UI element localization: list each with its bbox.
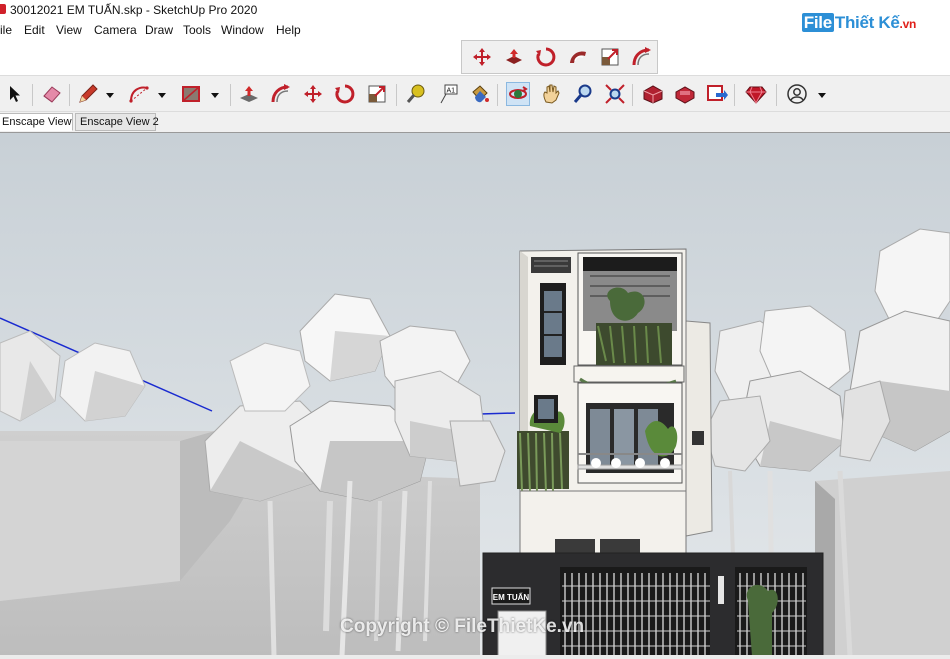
eraser-icon[interactable] (41, 83, 63, 105)
select-icon[interactable] (4, 83, 26, 105)
account-dropdown[interactable] (818, 85, 826, 105)
toolbar-separator (632, 84, 633, 106)
status-bar (0, 655, 950, 659)
brand-logo-part1: File (801, 13, 834, 32)
offset-icon[interactable] (270, 83, 292, 105)
zoom-icon[interactable] (572, 83, 594, 105)
move-icon[interactable] (302, 83, 324, 105)
warehouse-icon[interactable] (642, 83, 664, 105)
house-sign-text: EM TUẤN (493, 592, 530, 602)
brand-logo: File Thiết Kế.vn (801, 13, 917, 33)
main-toolbar: A1 (0, 75, 950, 112)
toolbar-separator (734, 84, 735, 106)
edit-toolbar-floating (461, 40, 658, 74)
sketchup-app-icon[interactable] (0, 4, 6, 14)
window-title: 30012021 EM TUẤN.skp - SketchUp Pro 2020 (10, 3, 258, 17)
scale-icon[interactable] (599, 46, 621, 68)
zoom-extents-icon[interactable] (604, 83, 626, 105)
tape-measure-icon[interactable] (405, 83, 427, 105)
menu-edit[interactable]: Edit (24, 23, 45, 37)
tab-enscape-view-1[interactable]: Enscape View 1 (0, 113, 81, 131)
pencil-dropdown[interactable] (106, 85, 114, 105)
menu-file[interactable]: ile (0, 23, 12, 37)
menu-draw[interactable]: Draw (145, 23, 173, 37)
offset-icon[interactable] (631, 46, 653, 68)
menu-help[interactable]: Help (276, 23, 301, 37)
push-pull-icon[interactable] (503, 46, 525, 68)
arc-dropdown[interactable] (158, 85, 166, 105)
brand-logo-part2: Thiết Kế (834, 13, 900, 32)
orbit-icon[interactable] (506, 82, 530, 106)
menu-camera[interactable]: Camera (94, 23, 137, 37)
toolbar-separator (396, 84, 397, 106)
scene-tabs: Enscape View 1 Enscape View 2 (0, 112, 950, 132)
paint-bucket-icon[interactable] (469, 83, 491, 105)
brand-logo-part3: .vn (899, 17, 917, 31)
toolbar-separator (230, 84, 231, 106)
follow-me-icon[interactable] (567, 46, 589, 68)
menu-bar: ile Edit View Camera Draw Tools Window H… (0, 20, 700, 40)
toolbar-separator (69, 84, 70, 106)
move-icon[interactable] (471, 46, 493, 68)
toolbar-separator (776, 84, 777, 106)
rotate-icon[interactable] (334, 83, 356, 105)
toolbar-separator (32, 84, 33, 106)
copyright-watermark: Copyright © FileThietKe.vn (340, 616, 585, 637)
push-pull-icon[interactable] (238, 83, 260, 105)
menu-view[interactable]: View (56, 23, 82, 37)
rectangle-icon[interactable] (180, 83, 202, 105)
rotate-icon[interactable] (535, 46, 557, 68)
account-icon[interactable] (786, 83, 808, 105)
send-to-layout-icon[interactable] (706, 83, 728, 105)
ground-block-right (815, 471, 950, 655)
menu-tools[interactable]: Tools (183, 23, 211, 37)
scene-render: EM TUẤN (0, 133, 950, 655)
arc-icon[interactable] (128, 83, 150, 105)
scale-icon[interactable] (366, 83, 388, 105)
tab-enscape-view-2[interactable]: Enscape View 2 (75, 113, 159, 131)
pan-icon[interactable] (540, 83, 562, 105)
extension-icon[interactable] (674, 83, 696, 105)
model-viewport[interactable]: EM TUẤN Copyright © FileThietKe.vn (0, 132, 950, 655)
svg-text:A1: A1 (447, 88, 456, 95)
rectangle-dropdown[interactable] (211, 85, 219, 105)
toolbar-separator (497, 84, 498, 106)
menu-window[interactable]: Window (221, 23, 264, 37)
pencil-icon[interactable] (77, 83, 99, 105)
ruby-icon[interactable] (745, 83, 767, 105)
text-icon[interactable]: A1 (437, 83, 459, 105)
